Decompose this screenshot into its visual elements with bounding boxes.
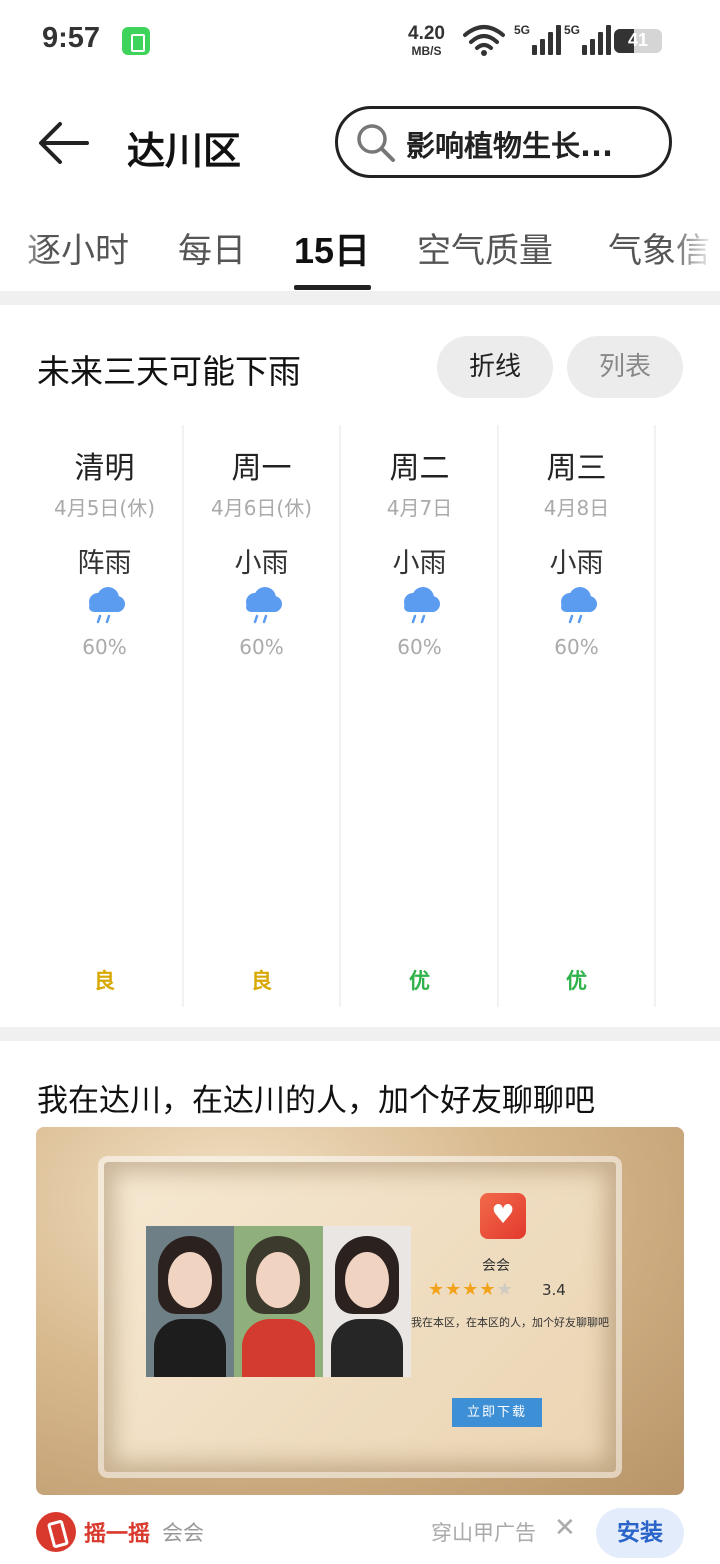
day-condition: 小雨 [392,548,447,579]
star-rating: ★★★★★ [428,1279,514,1300]
list-view-toggle[interactable]: 列表 [567,336,683,398]
signal-icon: 5G [514,23,561,55]
precip-chance: 60% [239,635,284,659]
ad-headline[interactable]: 我在达川，在达川的人，加个好友聊聊吧 [37,1075,595,1120]
ad-photo [146,1226,235,1377]
battery-icon: 41 [614,29,662,53]
rain-cloud-icon [245,587,282,624]
forecast-day[interactable]: 周二 4月7日 小雨 60% 优 [342,425,499,1007]
ad-photo [322,1226,411,1377]
tab-daily[interactable]: 每日 [178,223,246,272]
tab-active-indicator [294,285,371,290]
ad-photo-strip [146,1226,411,1377]
precip-chance: 60% [554,635,599,659]
air-quality-label: 良 [94,969,115,993]
ad-source-label: 穿山甲广告 [431,1521,536,1545]
ad-description: 我在本区，在本区的人，加个好友聊聊吧 [411,1316,609,1329]
air-quality-label: 良 [251,969,272,993]
signal-icon: 5G [564,23,611,55]
rain-cloud-icon [560,587,597,624]
day-name: 清明 [74,451,135,486]
ad-app-name: 会会 [482,1258,510,1274]
forecast-day[interactable]: 清明 4月5日(休) 阵雨 60% 良 [27,425,184,1007]
ad-footer: 摇一摇 会会 穿山甲广告 ✕ 安装 [0,1506,720,1558]
forecast-day[interactable]: 周三 4月8日 小雨 60% 优 [499,425,656,1007]
install-button[interactable]: 安装 [596,1508,684,1558]
ad-photo [234,1226,323,1377]
rating-value: 3.4 [542,1281,566,1299]
search-icon [357,124,395,162]
day-date: 4月7日 [386,496,453,520]
search-bar[interactable]: 影响植物生长... [335,106,672,178]
day-date: 4月5日(休) [53,496,156,520]
precip-chance: 60% [82,635,127,659]
precip-chance: 60% [397,635,442,659]
back-arrow-icon[interactable] [36,120,90,166]
forecast-day[interactable]: 周一 4月6日(休) 小雨 60% 良 [184,425,341,1007]
network-speed-unit: MB/S [411,44,442,58]
search-text: 影响植物生长... [406,129,614,163]
battery-level: 41 [627,30,649,50]
shake-label[interactable]: 摇一摇 [84,1516,150,1548]
day-condition: 小雨 [234,548,289,579]
sim2-label: 5G [564,23,581,37]
tab-15-day[interactable]: 15日 [294,222,370,274]
ad-footer-app-name: 会会 [162,1521,204,1545]
rain-cloud-icon [88,587,125,624]
download-button[interactable]: 立即下载 [452,1398,542,1427]
page-title: 达川区 [127,129,242,173]
wifi-icon [463,25,505,56]
forecast-days: 清明 4月5日(休) 阵雨 60% 良 周一 4月6日(休) 小雨 60% 良 … [0,425,720,1007]
header: 达川区 影响植物生长... [0,100,720,190]
sim1-label: 5G [514,23,531,37]
section-divider [0,291,720,305]
day-date: 4月8日 [543,496,610,520]
tab-bar: 逐小时 每日 15日 空气质量 气象信 [0,205,720,291]
network-speed: 4.20 MB/S [408,24,445,57]
tab-air-quality[interactable]: 空气质量 [417,223,553,272]
day-name: 周二 [389,451,450,486]
day-name: 周三 [546,451,607,486]
rain-cloud-icon [403,587,440,624]
air-quality-label: 优 [409,969,430,993]
air-quality-label: 优 [566,969,587,993]
shake-phone-icon [36,1512,76,1552]
day-condition: 小雨 [549,548,604,579]
status-bar: 9:57 4.20 MB/S 5G 5G 41 [0,0,720,84]
chart-view-toggle[interactable]: 折线 [437,336,553,398]
app-notification-icon [122,27,150,55]
ad-banner[interactable]: 会会 ★★★★★ 3.4 我在本区，在本区的人，加个好友聊聊吧 立即下载 [36,1127,684,1495]
day-date: 4月6日(休) [210,496,313,520]
status-time: 9:57 [42,22,101,54]
day-name: 周一 [231,451,292,486]
forecast-headline: 未来三天可能下雨 [37,352,301,391]
close-icon[interactable]: ✕ [554,1513,576,1543]
day-condition: 阵雨 [77,548,132,579]
network-speed-value: 4.20 [408,23,445,44]
section-divider [0,1027,720,1041]
app-logo-icon [480,1193,526,1239]
